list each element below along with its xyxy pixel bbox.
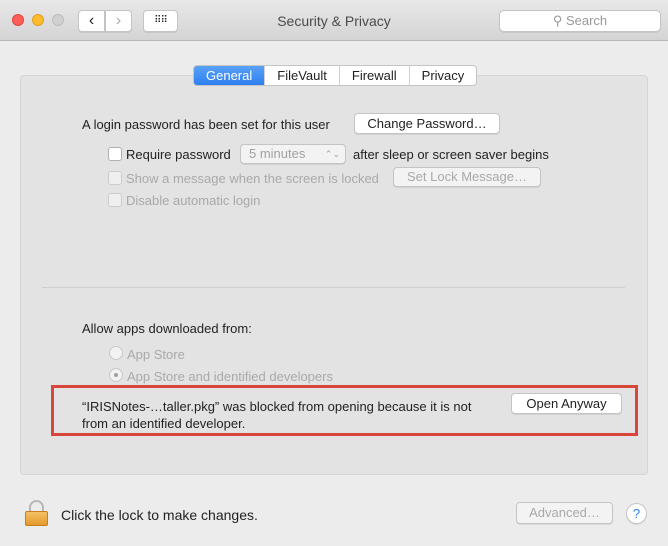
require-password-label: Require password xyxy=(126,147,231,162)
show-message-label: Show a message when the screen is locked xyxy=(126,171,379,186)
tab-privacy[interactable]: Privacy xyxy=(410,66,477,85)
search-icon: ⚲ xyxy=(552,13,563,28)
radio-app-store[interactable] xyxy=(109,346,123,360)
show-message-checkbox[interactable] xyxy=(108,171,122,185)
search-input[interactable]: ⚲ Search xyxy=(499,10,661,32)
help-button[interactable]: ? xyxy=(626,503,647,524)
radio-app-store-label: App Store xyxy=(127,347,185,362)
radio-identified-developers[interactable] xyxy=(109,368,123,382)
tab-general[interactable]: General xyxy=(194,66,266,85)
blocked-message: “IRISNotes-…taller.pkg” was blocked from… xyxy=(82,399,472,431)
lock-text: Click the lock to make changes. xyxy=(61,507,258,523)
radio-identified-developers-label: App Store and identified developers xyxy=(127,369,333,384)
disable-auto-login-checkbox[interactable] xyxy=(108,193,122,207)
set-lock-message-button[interactable]: Set Lock Message… xyxy=(393,167,541,187)
stepper-icon: ⌃⌄ xyxy=(324,149,340,159)
after-sleep-label: after sleep or screen saver begins xyxy=(353,147,549,162)
advanced-button[interactable]: Advanced… xyxy=(516,502,613,524)
disable-auto-login-label: Disable automatic login xyxy=(126,193,261,208)
require-password-checkbox[interactable] xyxy=(108,147,122,161)
tab-firewall[interactable]: Firewall xyxy=(340,66,410,85)
lock-icon[interactable] xyxy=(25,500,48,526)
allow-apps-label: Allow apps downloaded from: xyxy=(82,321,252,336)
tab-bar: General FileVault Firewall Privacy xyxy=(193,65,478,86)
login-password-text: A login password has been set for this u… xyxy=(82,117,330,132)
divider xyxy=(42,287,625,288)
tab-filevault[interactable]: FileVault xyxy=(265,66,340,85)
change-password-button[interactable]: Change Password… xyxy=(354,113,500,134)
open-anyway-button[interactable]: Open Anyway xyxy=(511,393,622,414)
require-delay-select[interactable]: 5 minutes ⌃⌄ xyxy=(240,144,346,164)
